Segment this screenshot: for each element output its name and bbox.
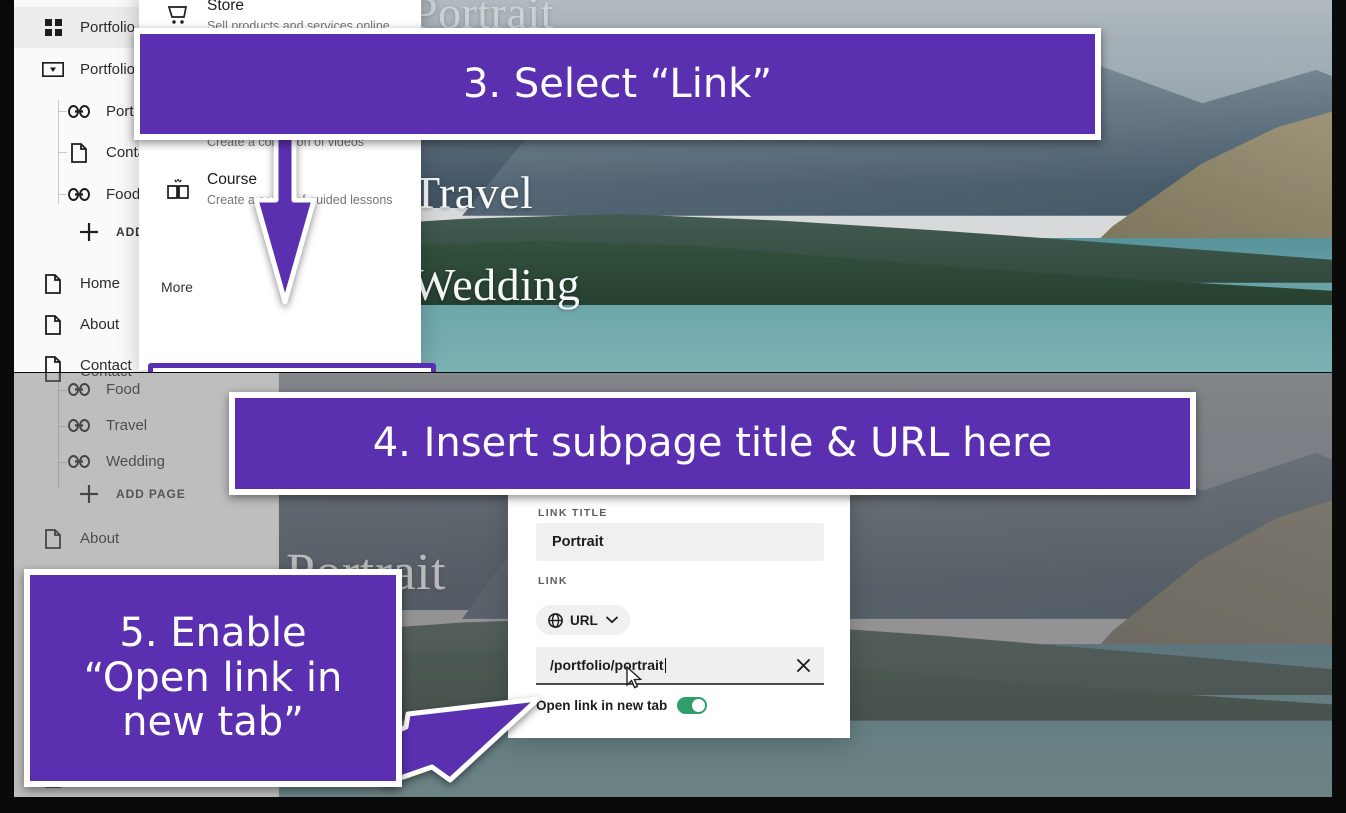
callout-step-5: 5. Enable “Open link in new tab” xyxy=(24,569,402,787)
course-icon xyxy=(161,178,195,200)
link-type-select[interactable]: URL xyxy=(536,605,630,635)
sidebar-item-label: About xyxy=(80,316,120,333)
globe-icon xyxy=(548,612,563,628)
link-title-value: Portrait xyxy=(552,534,604,550)
callout-step-4-text: 4. Insert subpage title & URL here xyxy=(372,420,1053,467)
link-url-value: /portfolio/portrait xyxy=(550,657,664,673)
callout-step-4: 4. Insert subpage title & URL here xyxy=(229,392,1196,495)
plus-icon xyxy=(76,219,102,245)
link-url-input[interactable]: /portfolio/portrait xyxy=(536,647,824,685)
sidebar-item-label: Portfolio xyxy=(80,19,136,36)
callout-step-5-line2: “Open link in xyxy=(83,654,343,701)
callout-step-5-line3: new tab” xyxy=(122,699,304,746)
photo-word-travel-top: Travel xyxy=(412,167,534,218)
open-in-new-tab-toggle[interactable] xyxy=(677,697,708,714)
menu-item-title: Store xyxy=(207,0,245,15)
photo-word-wedding-top: Wedding xyxy=(412,259,581,310)
menu-item-link[interactable]: Link Link to pages or external sites xyxy=(153,368,431,372)
link-type-value: URL xyxy=(570,612,598,628)
page-icon xyxy=(66,140,92,166)
screenshot-stage: Portrait Travel Wedding Portfolio Portfo… xyxy=(0,0,1346,813)
link-title-label: LINK TITLE xyxy=(538,507,608,519)
arrow-down-to-link xyxy=(248,112,322,307)
close-icon[interactable] xyxy=(797,658,810,672)
menu-section-more: More xyxy=(161,279,193,295)
page-icon xyxy=(40,271,66,297)
link-icon xyxy=(66,99,92,125)
sidebar-item-label: Portfolio xyxy=(80,61,136,78)
link-icon xyxy=(66,182,92,208)
chevron-down-icon xyxy=(605,616,618,624)
link-title-input[interactable]: Portrait xyxy=(536,523,824,561)
callout-step-3-text: 3. Select “Link” xyxy=(462,60,773,107)
page-icon xyxy=(40,353,66,372)
callout-step-3: 3. Select “Link” xyxy=(134,28,1101,140)
grid-icon xyxy=(40,15,66,41)
page-icon xyxy=(40,312,66,338)
folder-dropdown-icon xyxy=(40,57,66,83)
sidebar-item-label: Home xyxy=(80,275,121,292)
callout-step-5-line1: 5. Enable xyxy=(119,609,307,656)
sidebar-item-label: Food xyxy=(106,186,141,203)
link-label: LINK xyxy=(538,575,568,587)
store-icon xyxy=(161,4,195,26)
sidebar-item-label: Contact xyxy=(80,357,132,372)
open-in-new-tab-row[interactable]: Open link in new tab xyxy=(536,697,708,714)
link-menu-item-highlight[interactable]: Link Link to pages or external sites xyxy=(148,363,436,372)
